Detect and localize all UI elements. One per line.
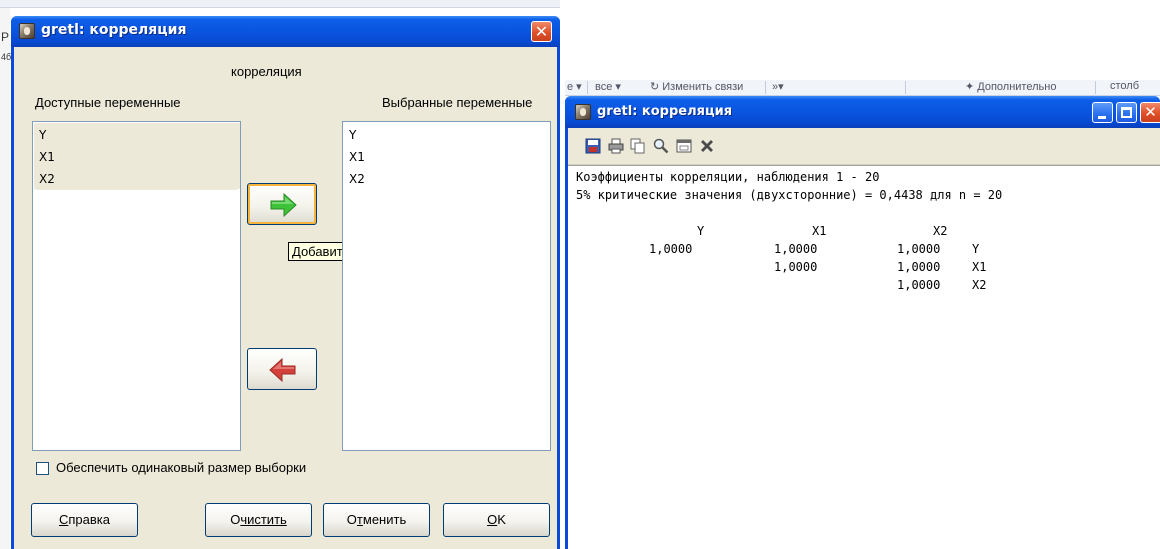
matrix-cell: 1,0000: [774, 260, 818, 274]
list-item[interactable]: X1: [346, 146, 547, 168]
available-variables-list[interactable]: Y X1 X2: [32, 121, 241, 451]
help-mnemonic: С: [59, 512, 69, 527]
correlation-output-window: gretl: корреляция ✕ Коэффициенты корреля…: [565, 96, 1160, 549]
column-header: Y: [697, 224, 705, 238]
gretl-app-icon: [575, 104, 591, 120]
list-item[interactable]: X1: [36, 146, 237, 168]
remove-variable-button[interactable]: [247, 348, 317, 390]
background-window-edge: [0, 0, 10, 549]
ribbon-item[interactable]: ↻ Изменить связи: [650, 80, 743, 93]
minimize-icon: [1098, 116, 1106, 119]
dialog-client: корреляция Доступные переменные Выбранны…: [14, 47, 557, 549]
close-icon: ✕: [1144, 103, 1157, 121]
ribbon-item[interactable]: все ▾: [595, 80, 621, 93]
correlation-dialog: gretl: корреляция ✕ корреляция Доступные…: [11, 16, 560, 549]
output-text-area[interactable]: Коэффициенты корреляции, наблюдения 1 - …: [568, 165, 1160, 549]
output-title: gretl: корреляция: [597, 104, 733, 119]
column-header: X2: [933, 224, 948, 238]
arrow-right-icon: [270, 192, 297, 218]
help-label: правка: [68, 512, 110, 527]
ribbon-item[interactable]: столб: [1110, 80, 1139, 92]
cancel-rest: менить: [362, 512, 407, 527]
dialog-close-button[interactable]: ✕: [531, 21, 552, 42]
selected-variables-list[interactable]: Y X1 X2: [342, 121, 551, 451]
help-button[interactable]: Справка: [31, 503, 138, 537]
dialog-titlebar[interactable]: gretl: корреляция ✕: [11, 16, 560, 47]
background-text-fragment: P: [1, 30, 10, 44]
row-label: Y: [972, 242, 980, 256]
ribbon-item[interactable]: е ▾: [567, 80, 582, 93]
desktop: P 4б е ▾ все ▾ ↻ Изменить связи »▾ ✦ Доп…: [0, 0, 1160, 549]
list-item[interactable]: X2: [36, 168, 237, 190]
gretl-app-icon: [19, 23, 35, 39]
matrix-cell: 1,0000: [897, 278, 941, 292]
column-header: X1: [812, 224, 827, 238]
selected-variables-label: Выбранные переменные: [382, 95, 533, 110]
find-icon[interactable]: [653, 138, 669, 154]
print-icon[interactable]: [608, 138, 624, 154]
copy-icon[interactable]: [630, 138, 646, 154]
output-client: Коэффициенты корреляции, наблюдения 1 - …: [568, 128, 1160, 549]
matrix-cell: 1,0000: [649, 242, 693, 256]
ok-button[interactable]: OK: [443, 503, 550, 537]
background-text-fragment: 4б: [1, 52, 12, 62]
ok-rest: K: [497, 512, 506, 527]
cancel-first: О: [346, 512, 357, 527]
background-ribbon: е ▾ все ▾ ↻ Изменить связи »▾ ✦ Дополнит…: [565, 80, 1160, 96]
minimize-button[interactable]: [1092, 102, 1113, 123]
matrix-cell: 1,0000: [774, 242, 818, 256]
close-icon[interactable]: [699, 138, 715, 154]
same-sample-size-label: Обеспечить одинаковый размер выборки: [56, 460, 307, 475]
window-icon[interactable]: [676, 138, 692, 154]
clear-mnemonic: чистить: [240, 512, 287, 527]
available-variables-label: Доступные переменные: [35, 95, 181, 110]
add-variable-button[interactable]: [247, 183, 317, 225]
output-titlebar[interactable]: gretl: корреляция ✕: [565, 96, 1160, 128]
dialog-title: gretl: корреляция: [41, 22, 187, 38]
list-item[interactable]: Y: [346, 124, 547, 146]
output-critical-value-line: 5% критические значения (двухсторонние) …: [576, 188, 1003, 202]
list-item[interactable]: Y: [36, 124, 237, 146]
matrix-cell: 1,0000: [897, 242, 941, 256]
ribbon-item[interactable]: »▾: [772, 80, 784, 93]
same-sample-size-checkbox[interactable]: [36, 462, 49, 475]
output-close-button[interactable]: ✕: [1140, 102, 1160, 123]
clear-button[interactable]: Очистить: [205, 503, 312, 537]
matrix-cell: 1,0000: [897, 260, 941, 274]
maximize-icon: [1121, 107, 1132, 118]
clear-first: О: [230, 512, 241, 527]
maximize-button[interactable]: [1116, 102, 1137, 123]
output-toolbar: [568, 128, 1160, 165]
ok-mnemonic: O: [487, 512, 498, 527]
arrow-left-icon: [269, 357, 296, 383]
row-label: X2: [972, 278, 987, 292]
row-label: X1: [972, 260, 987, 274]
close-icon: ✕: [534, 22, 549, 41]
ribbon-item[interactable]: ✦ Дополнительно: [965, 80, 1056, 93]
output-summary-line: Коэффициенты корреляции, наблюдения 1 - …: [576, 170, 880, 184]
cancel-button[interactable]: Отменить: [323, 503, 430, 537]
background-window-strip: [0, 0, 560, 8]
list-item[interactable]: X2: [346, 168, 547, 190]
dialog-heading: корреляция: [231, 64, 302, 79]
save-icon[interactable]: [585, 138, 601, 154]
